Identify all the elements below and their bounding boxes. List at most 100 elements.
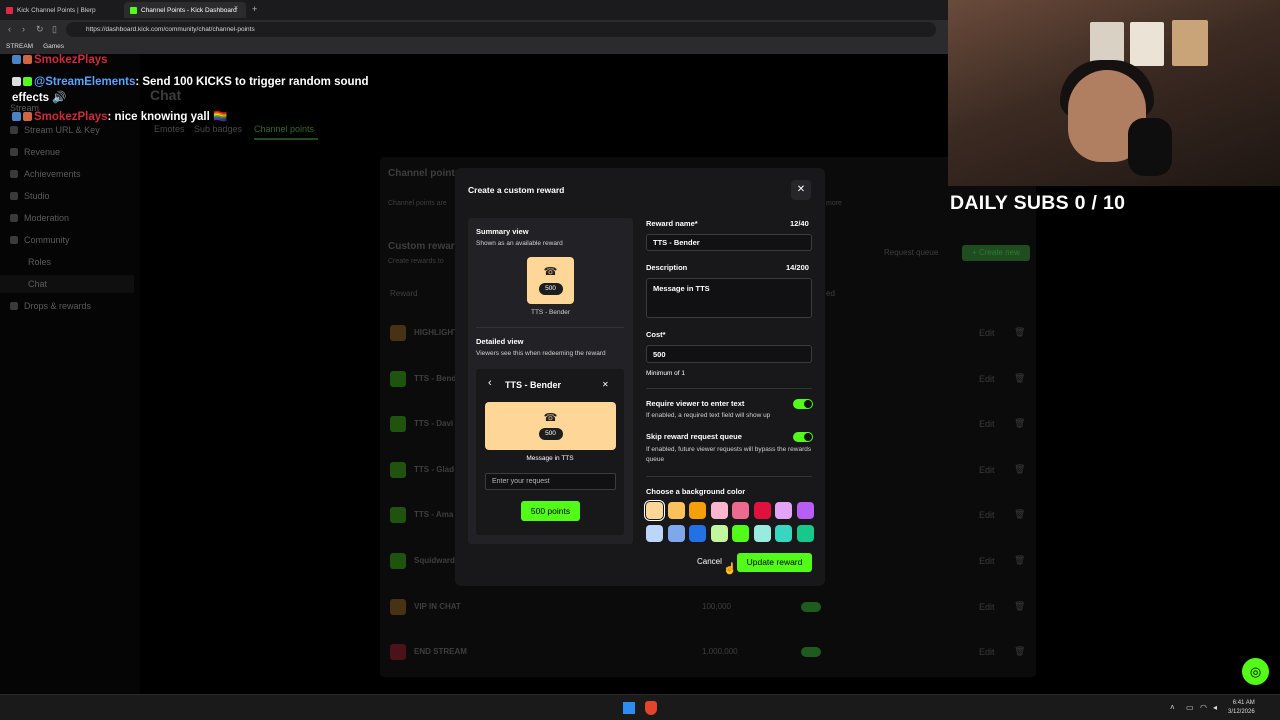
sidebar-item-chat[interactable]: Chat: [28, 279, 47, 289]
detailed-reward-banner: ☎ 500: [485, 402, 616, 450]
reward-row-edit-button[interactable]: Edit: [979, 647, 995, 657]
reward-name-label: Reward name*: [646, 219, 698, 228]
reward-name-input[interactable]: TTS - Bender: [646, 234, 812, 251]
sub-badge-icon: [23, 55, 32, 65]
detailed-cost-pill: 500: [538, 428, 563, 440]
reward-row-edit-button[interactable]: Edit: [979, 465, 995, 475]
reward-row-icon: [390, 644, 406, 661]
back-arrow-icon[interactable]: ‹: [8, 24, 11, 34]
panel-subtitle: Channel points are: [388, 200, 447, 207]
close-icon[interactable]: ✕: [602, 380, 609, 389]
sidebar-item-drops[interactable]: Drops & rewards: [10, 301, 91, 311]
new-tab-icon[interactable]: +: [252, 4, 257, 14]
browser-tab-blerp[interactable]: Kick Channel Points | Blerp: [0, 2, 122, 18]
reload-icon[interactable]: ↻: [36, 24, 44, 35]
reward-row-toggle[interactable]: [801, 601, 821, 612]
sidebar-item-studio[interactable]: Studio: [10, 191, 50, 201]
reward-name-counter: 12/40: [790, 219, 809, 228]
forward-arrow-icon[interactable]: ›: [22, 24, 25, 34]
color-swatch[interactable]: [644, 500, 665, 521]
daily-subs-goal: DAILY SUBS 0 / 10: [950, 192, 1126, 214]
sub-badge-icon: [23, 112, 32, 122]
windows-taskbar: [0, 694, 1280, 720]
trash-icon[interactable]: 🗑: [1014, 418, 1025, 429]
address-bar[interactable]: https://dashboard.kick.com/community/cha…: [66, 22, 936, 37]
require-text-toggle[interactable]: [793, 399, 813, 409]
update-reward-button[interactable]: Update reward: [737, 553, 812, 572]
request-input[interactable]: Enter your request: [485, 473, 616, 490]
sidebar-item-stream-url[interactable]: Stream URL & Key: [10, 125, 100, 135]
color-swatch[interactable]: [646, 525, 663, 542]
color-swatch[interactable]: [667, 525, 685, 542]
sidebar-active-highlight: [0, 275, 134, 293]
back-chevron-icon[interactable]: ‹: [488, 377, 492, 389]
chat-username: SmokezPlays: [34, 111, 108, 123]
color-swatch[interactable]: [796, 525, 814, 542]
color-swatch[interactable]: [732, 525, 749, 542]
color-swatch[interactable]: [732, 502, 749, 519]
request-queue-button[interactable]: Request queue: [884, 248, 938, 257]
color-swatch[interactable]: [753, 525, 771, 542]
color-swatch[interactable]: [667, 502, 685, 519]
color-swatch[interactable]: [689, 525, 706, 542]
trash-icon[interactable]: 🗑: [1014, 601, 1025, 612]
create-new-button[interactable]: + Create new: [962, 245, 1030, 261]
wifi-icon[interactable]: ◠: [1200, 703, 1207, 712]
tab-emotes[interactable]: Emotes: [154, 124, 185, 134]
tab-channel-points[interactable]: Channel points: [254, 124, 314, 134]
network-icon[interactable]: ▭: [1186, 703, 1194, 712]
color-swatch[interactable]: [796, 502, 814, 519]
bookmark-stream[interactable]: STREAM: [6, 43, 33, 54]
reward-row-edit-button[interactable]: Edit: [979, 602, 995, 612]
reward-row-icon: [390, 598, 406, 615]
reward-row-toggle[interactable]: [801, 647, 821, 658]
reward-row-edit-button[interactable]: Edit: [979, 374, 995, 384]
sidebar-item-moderation[interactable]: Moderation: [10, 213, 69, 223]
trash-icon[interactable]: 🗑: [1014, 464, 1025, 475]
windows-start-icon[interactable]: [623, 702, 635, 714]
trash-icon[interactable]: 🗑: [1014, 327, 1025, 338]
chat-message: SmokezPlays: nice knowing yall 🏳️‍🌈: [12, 109, 227, 123]
trash-icon[interactable]: 🗑: [1014, 646, 1025, 657]
redeem-points-button[interactable]: 500 points: [521, 501, 580, 521]
tab-close-icon[interactable]: ×: [234, 5, 238, 12]
cost-input[interactable]: 500: [646, 345, 812, 363]
chat-message: SmokezPlays: [12, 54, 108, 66]
taskbar-clock[interactable]: 6:41 AM 3/12/2026: [1228, 699, 1255, 717]
detailed-view-sub: Viewers see this when redeeming the rewa…: [476, 350, 606, 357]
sidebar-item-revenue[interactable]: Revenue: [10, 147, 60, 157]
support-chat-icon[interactable]: ◎: [1242, 658, 1269, 685]
reward-row-name: TTS - Davi: [414, 419, 454, 429]
tray-chevron-icon[interactable]: ˄: [1170, 703, 1175, 712]
trash-icon[interactable]: 🗑: [1014, 373, 1025, 384]
browser-tab-kick[interactable]: Channel Points - Kick Dashboard: [124, 2, 246, 18]
skip-queue-toggle[interactable]: [793, 432, 813, 442]
reward-row-edit-button[interactable]: Edit: [979, 510, 995, 520]
sidebar-item-roles[interactable]: Roles: [28, 257, 51, 267]
trash-icon[interactable]: 🗑: [1014, 555, 1025, 566]
close-icon[interactable]: ✕: [791, 180, 811, 200]
color-swatch[interactable]: [775, 502, 792, 519]
volume-icon[interactable]: ◂: [1213, 703, 1217, 712]
reward-row-edit-button[interactable]: Edit: [979, 556, 995, 566]
bookmark-icon[interactable]: ▯: [52, 24, 57, 35]
reward-row-edit-button[interactable]: Edit: [979, 328, 995, 338]
color-swatch[interactable]: [710, 525, 728, 542]
sidebar-item-achievements[interactable]: Achievements: [10, 169, 81, 179]
reward-row-edit-button[interactable]: Edit: [979, 419, 995, 429]
color-swatch[interactable]: [710, 502, 728, 519]
color-swatch[interactable]: [753, 502, 771, 519]
learn-more-link[interactable]: more: [826, 200, 842, 207]
reward-gift-icon: ☎: [543, 266, 558, 278]
description-label: Description: [646, 263, 688, 272]
tab-sub-badges[interactable]: Sub badges: [194, 124, 242, 134]
sidebar-item-community[interactable]: Community: [10, 235, 70, 245]
color-swatch[interactable]: [689, 502, 706, 519]
description-textarea[interactable]: Message in TTS: [646, 278, 812, 318]
color-swatch[interactable]: [775, 525, 792, 542]
brave-browser-icon[interactable]: [645, 701, 657, 715]
active-tab-underline: [254, 138, 318, 140]
trash-icon[interactable]: 🗑: [1014, 509, 1025, 520]
bookmark-games[interactable]: Games: [43, 43, 64, 54]
reward-gift-icon: ☎: [543, 412, 558, 424]
